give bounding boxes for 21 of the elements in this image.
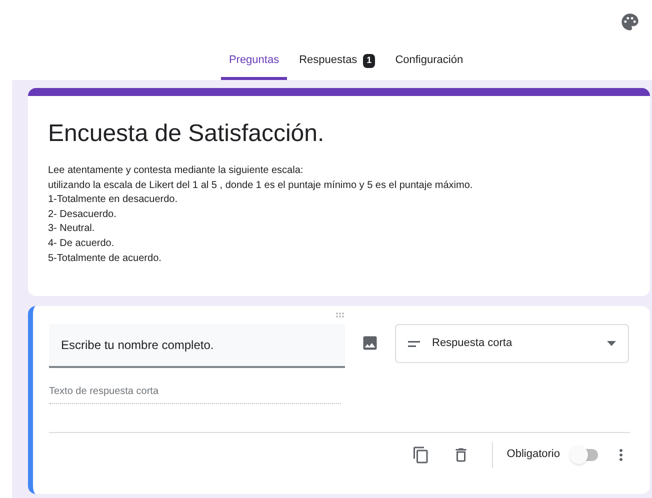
short-text-icon	[408, 340, 420, 346]
description-line: 1-Totalmente en desacuerdo.	[48, 193, 179, 208]
form-title: Encuesta de Satisfacción.	[48, 119, 326, 149]
description-line: 4- De acuerdo.	[48, 236, 116, 251]
required-label: Obligatorio	[506, 447, 560, 462]
caret-icon	[607, 341, 616, 346]
description-line: Lee atentamente y contesta mediante la siguiente escala:	[48, 164, 304, 178]
tab[interactable]: Respuestas 1	[291, 44, 384, 80]
copy-icon[interactable]	[412, 446, 430, 464]
image-icon[interactable]	[361, 334, 379, 352]
description-line: 5-Totalmente de acuerdo.	[48, 252, 162, 266]
count-badge: 1	[363, 54, 376, 68]
palette-icon[interactable]	[620, 12, 640, 32]
description-line: 2- Desacuerdo.	[48, 208, 118, 222]
question-title-field[interactable]: Escribe tu nombre completo.	[49, 324, 345, 368]
question-type-dropdown[interactable]: Respuesta corta	[395, 324, 629, 363]
description-line: utilizando la escala de Likert del 1 al 5 , donde 1 es el puntaje mínimo y 5 es el puntaje máximo.	[48, 178, 474, 193]
tab[interactable]: Configuración	[387, 44, 472, 80]
required-toggle[interactable]	[570, 446, 600, 464]
description-line: 3- Neutral.	[48, 222, 96, 236]
answer-field: Texto de respuesta corta	[49, 380, 341, 404]
